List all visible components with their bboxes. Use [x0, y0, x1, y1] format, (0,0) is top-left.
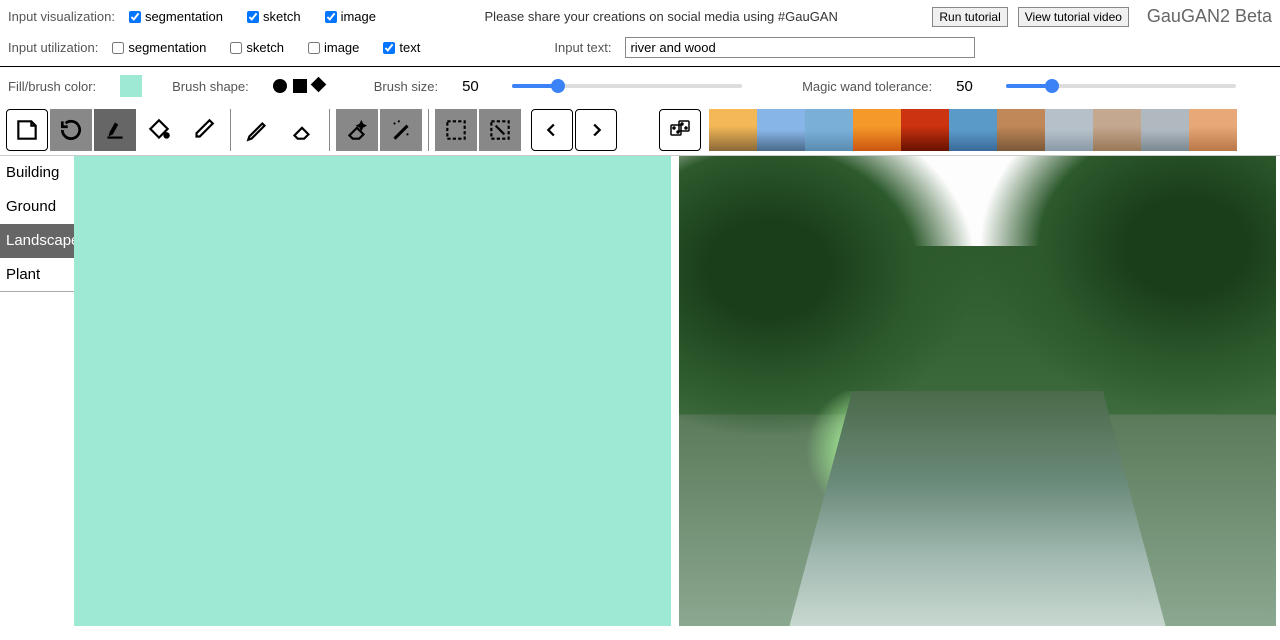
style-thumbnails [709, 109, 1237, 151]
style-thumb[interactable] [1045, 109, 1093, 151]
wand-tolerance-label: Magic wand tolerance: [802, 79, 932, 94]
wand-tolerance-value: 50 [956, 78, 986, 95]
main-area: Building Ground Landscape Plant [0, 156, 1280, 626]
separator [230, 109, 231, 151]
style-thumb[interactable] [853, 109, 901, 151]
chk-sketch-util[interactable]: sketch [230, 40, 284, 55]
chk-sketch-vis-input[interactable] [247, 11, 259, 23]
chk-image-vis[interactable]: image [325, 9, 376, 24]
chk-label: segmentation [128, 40, 206, 55]
category-ground[interactable]: Ground [0, 190, 74, 224]
separator [428, 109, 429, 151]
canvas-area [74, 156, 1280, 626]
brush-shape-group [273, 79, 324, 93]
style-thumb[interactable] [1093, 109, 1141, 151]
category-landscape[interactable]: Landscape [0, 224, 74, 258]
chk-text-util[interactable]: text [383, 40, 420, 55]
style-thumb[interactable] [805, 109, 853, 151]
tool-eraser-icon[interactable] [281, 109, 323, 151]
tool-eyedropper-icon[interactable] [182, 109, 224, 151]
tool-arrow-left-icon[interactable] [531, 109, 573, 151]
chk-segmentation-vis-input[interactable] [129, 11, 141, 23]
brush-size-value: 50 [462, 78, 492, 95]
style-thumb[interactable] [901, 109, 949, 151]
chk-sketch-vis[interactable]: sketch [247, 9, 301, 24]
separator [329, 109, 330, 151]
chk-segmentation-vis[interactable]: segmentation [129, 9, 223, 24]
chk-label: sketch [246, 40, 284, 55]
style-thumb[interactable] [997, 109, 1045, 151]
tool-select-icon[interactable] [435, 109, 477, 151]
top-row: Input visualization: segmentation sketch… [0, 0, 1280, 33]
category-sidebar: Building Ground Landscape Plant [0, 156, 74, 626]
fill-color-label: Fill/brush color: [8, 79, 96, 94]
app-title: GauGAN2 Beta [1147, 6, 1272, 27]
chk-image-vis-input[interactable] [325, 11, 337, 23]
tool-undo-icon[interactable] [50, 109, 92, 151]
settings-row: Fill/brush color: Brush shape: Brush siz… [0, 67, 1280, 105]
tool-fill-icon[interactable] [138, 109, 180, 151]
style-thumb[interactable] [757, 109, 805, 151]
tool-new-icon[interactable] [6, 109, 48, 151]
style-thumb[interactable] [949, 109, 997, 151]
wand-tolerance-slider[interactable] [1006, 84, 1236, 88]
input-text-field[interactable] [625, 37, 975, 58]
chk-seg-util-input[interactable] [112, 42, 124, 54]
chk-segmentation-util[interactable]: segmentation [112, 40, 206, 55]
color-swatch[interactable] [120, 75, 142, 97]
chk-sketch-util-input[interactable] [230, 42, 242, 54]
vis-label: Input visualization: [8, 9, 115, 24]
chk-image-util-input[interactable] [308, 42, 320, 54]
style-thumb[interactable] [1189, 109, 1237, 151]
chk-image-util[interactable]: image [308, 40, 359, 55]
tool-brush-icon[interactable] [94, 109, 136, 151]
tool-pencil-icon[interactable] [237, 109, 279, 151]
brush-shape-label: Brush shape: [172, 79, 249, 94]
chk-label: segmentation [145, 9, 223, 24]
chk-label: image [324, 40, 359, 55]
chk-label: sketch [263, 9, 301, 24]
tool-arrow-right-icon[interactable] [575, 109, 617, 151]
run-tutorial-button[interactable]: Run tutorial [932, 7, 1007, 27]
brush-size-slider[interactable] [512, 84, 742, 88]
output-image [679, 156, 1276, 626]
row-utilization: Input utilization: segmentation sketch i… [0, 33, 1280, 67]
segmentation-canvas[interactable] [74, 156, 671, 626]
toolbar-row [0, 105, 1280, 156]
tool-dice-icon[interactable] [659, 109, 701, 151]
chk-text-util-input[interactable] [383, 42, 395, 54]
view-tutorial-video-button[interactable]: View tutorial video [1018, 7, 1129, 27]
style-thumb[interactable] [709, 109, 757, 151]
tool-smart-eraser-icon[interactable] [336, 109, 378, 151]
promo-text: Please share your creations on social me… [400, 9, 922, 24]
category-building[interactable]: Building [0, 156, 74, 190]
category-plant[interactable]: Plant [0, 258, 74, 292]
input-text-label: Input text: [554, 40, 611, 55]
shape-circle-icon[interactable] [273, 79, 287, 93]
brush-size-label: Brush size: [374, 79, 438, 94]
tool-crop-icon[interactable] [479, 109, 521, 151]
chk-label: text [399, 40, 420, 55]
chk-label: image [341, 9, 376, 24]
util-label: Input utilization: [8, 40, 98, 55]
tool-magic-wand-icon[interactable] [380, 109, 422, 151]
style-thumb[interactable] [1141, 109, 1189, 151]
shape-diamond-icon[interactable] [310, 77, 326, 93]
shape-square-icon[interactable] [293, 79, 307, 93]
